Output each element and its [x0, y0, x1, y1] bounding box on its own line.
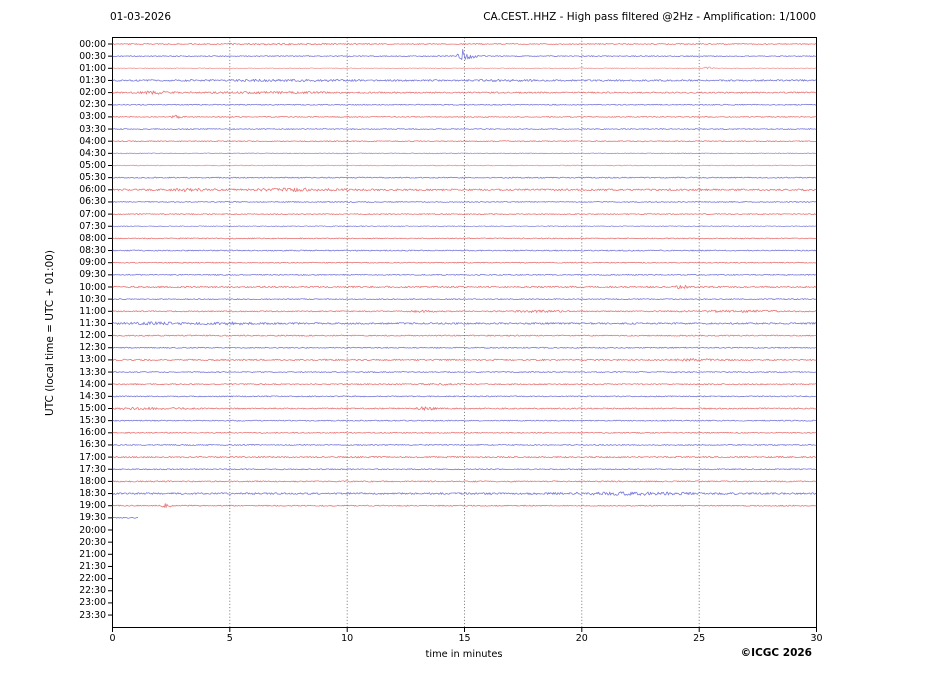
- y-tick-label: 12:00: [79, 330, 106, 342]
- y-tick-label: 11:30: [79, 317, 106, 329]
- trace-06:30: [112, 201, 817, 203]
- y-tick-label: 23:30: [79, 609, 106, 621]
- trace-18:00: [112, 480, 817, 483]
- y-tick-label: 03:30: [79, 123, 106, 135]
- y-tick-label: 04:30: [79, 147, 106, 159]
- trace-00:00: [112, 42, 817, 46]
- y-tick-label: 07:00: [79, 208, 106, 220]
- y-tick-label: 21:00: [79, 548, 106, 560]
- credit-text: ©ICGC 2026: [740, 647, 812, 659]
- x-tick-label: 20: [575, 633, 588, 644]
- y-tick-label: 11:00: [79, 305, 106, 317]
- trace-03:30: [112, 128, 817, 130]
- x-tick-label: 30: [810, 633, 823, 644]
- trace-17:30: [112, 468, 817, 471]
- y-tick-label: 17:00: [79, 451, 106, 463]
- y-tick-label: 06:30: [79, 196, 106, 208]
- y-tick-label: 05:00: [79, 160, 106, 171]
- y-tick-label: 18:00: [79, 475, 106, 487]
- y-tick-label: 02:00: [79, 87, 106, 99]
- trace-19:30: [112, 516, 139, 519]
- y-tick-label: 04:00: [79, 135, 106, 147]
- y-tick-label: 17:30: [79, 463, 106, 475]
- y-tick-label: 14:00: [79, 378, 106, 390]
- trace-08:00: [112, 237, 817, 240]
- y-tick-label: 09:30: [79, 269, 106, 281]
- y-tick-label: 18:30: [79, 488, 106, 500]
- y-tick-label: 01:30: [79, 74, 106, 86]
- trace-05:00: [112, 164, 817, 167]
- x-tick-label: 0: [109, 633, 116, 644]
- trace-04:00: [112, 140, 817, 143]
- trace-19:00: [112, 503, 817, 509]
- trace-08:30: [112, 249, 817, 252]
- trace-10:30: [112, 298, 817, 301]
- x-tick-label: 25: [693, 633, 706, 644]
- y-tick-label: 19:30: [79, 512, 106, 524]
- y-tick-label: 14:30: [79, 390, 106, 402]
- y-tick-label: 05:30: [79, 172, 106, 184]
- y-tick-label: 13:30: [79, 366, 106, 378]
- y-tick-label: 22:00: [79, 573, 106, 585]
- helicorder-page: 01-03-2026 CA.CEST..HHZ - High pass filt…: [0, 0, 927, 696]
- x-tick-label: 5: [226, 633, 233, 644]
- y-tick-label: 03:00: [79, 111, 106, 123]
- y-tick-label: 16:30: [79, 439, 106, 451]
- trace-15:30: [112, 419, 817, 422]
- y-tick-label: 19:00: [79, 500, 106, 512]
- x-axis-label: time in minutes: [425, 649, 503, 660]
- y-tick-label: 23:00: [79, 597, 106, 609]
- y-tick-label: 13:00: [79, 354, 106, 366]
- y-tick-label: 02:30: [79, 99, 106, 111]
- x-tick-label: 15: [458, 633, 471, 644]
- x-tick-label: 10: [341, 633, 354, 644]
- trace-09:00: [112, 261, 817, 264]
- trace-16:30: [112, 443, 817, 446]
- y-tick-label: 00:30: [79, 50, 106, 62]
- trace-02:00: [112, 90, 817, 95]
- y-tick-label: 09:00: [79, 257, 106, 269]
- y-tick-label: 12:30: [79, 342, 106, 354]
- trace-15:00: [112, 406, 817, 411]
- trace-14:30: [112, 395, 817, 398]
- y-tick-label: 22:30: [79, 585, 106, 597]
- y-tick-label: 00:00: [79, 38, 106, 50]
- trace-16:00: [112, 431, 817, 434]
- y-tick-label: 08:30: [79, 245, 106, 257]
- helicorder-plot: [108, 37, 817, 632]
- y-tick-label: 07:30: [79, 220, 106, 232]
- y-tick-label: 01:00: [79, 62, 106, 74]
- y-tick-label: 10:30: [79, 293, 106, 305]
- trace-10:00: [112, 284, 817, 290]
- trace-14:00: [112, 382, 817, 386]
- y-tick-label: 15:30: [79, 415, 106, 427]
- trace-05:30: [112, 176, 817, 179]
- y-tick-label: 06:00: [79, 184, 106, 196]
- y-tick-label: 08:00: [79, 232, 106, 244]
- y-tick-label: 15:00: [79, 403, 106, 414]
- y-tick-label: 20:00: [79, 524, 106, 536]
- y-tick-label: 10:00: [79, 281, 106, 293]
- trace-17:00: [112, 455, 817, 459]
- trace-11:30: [112, 321, 817, 326]
- y-tick-label: 21:30: [79, 560, 106, 572]
- y-tick-label: 16:00: [79, 427, 106, 439]
- trace-13:30: [112, 371, 817, 374]
- y-tick-label: 20:30: [79, 536, 106, 548]
